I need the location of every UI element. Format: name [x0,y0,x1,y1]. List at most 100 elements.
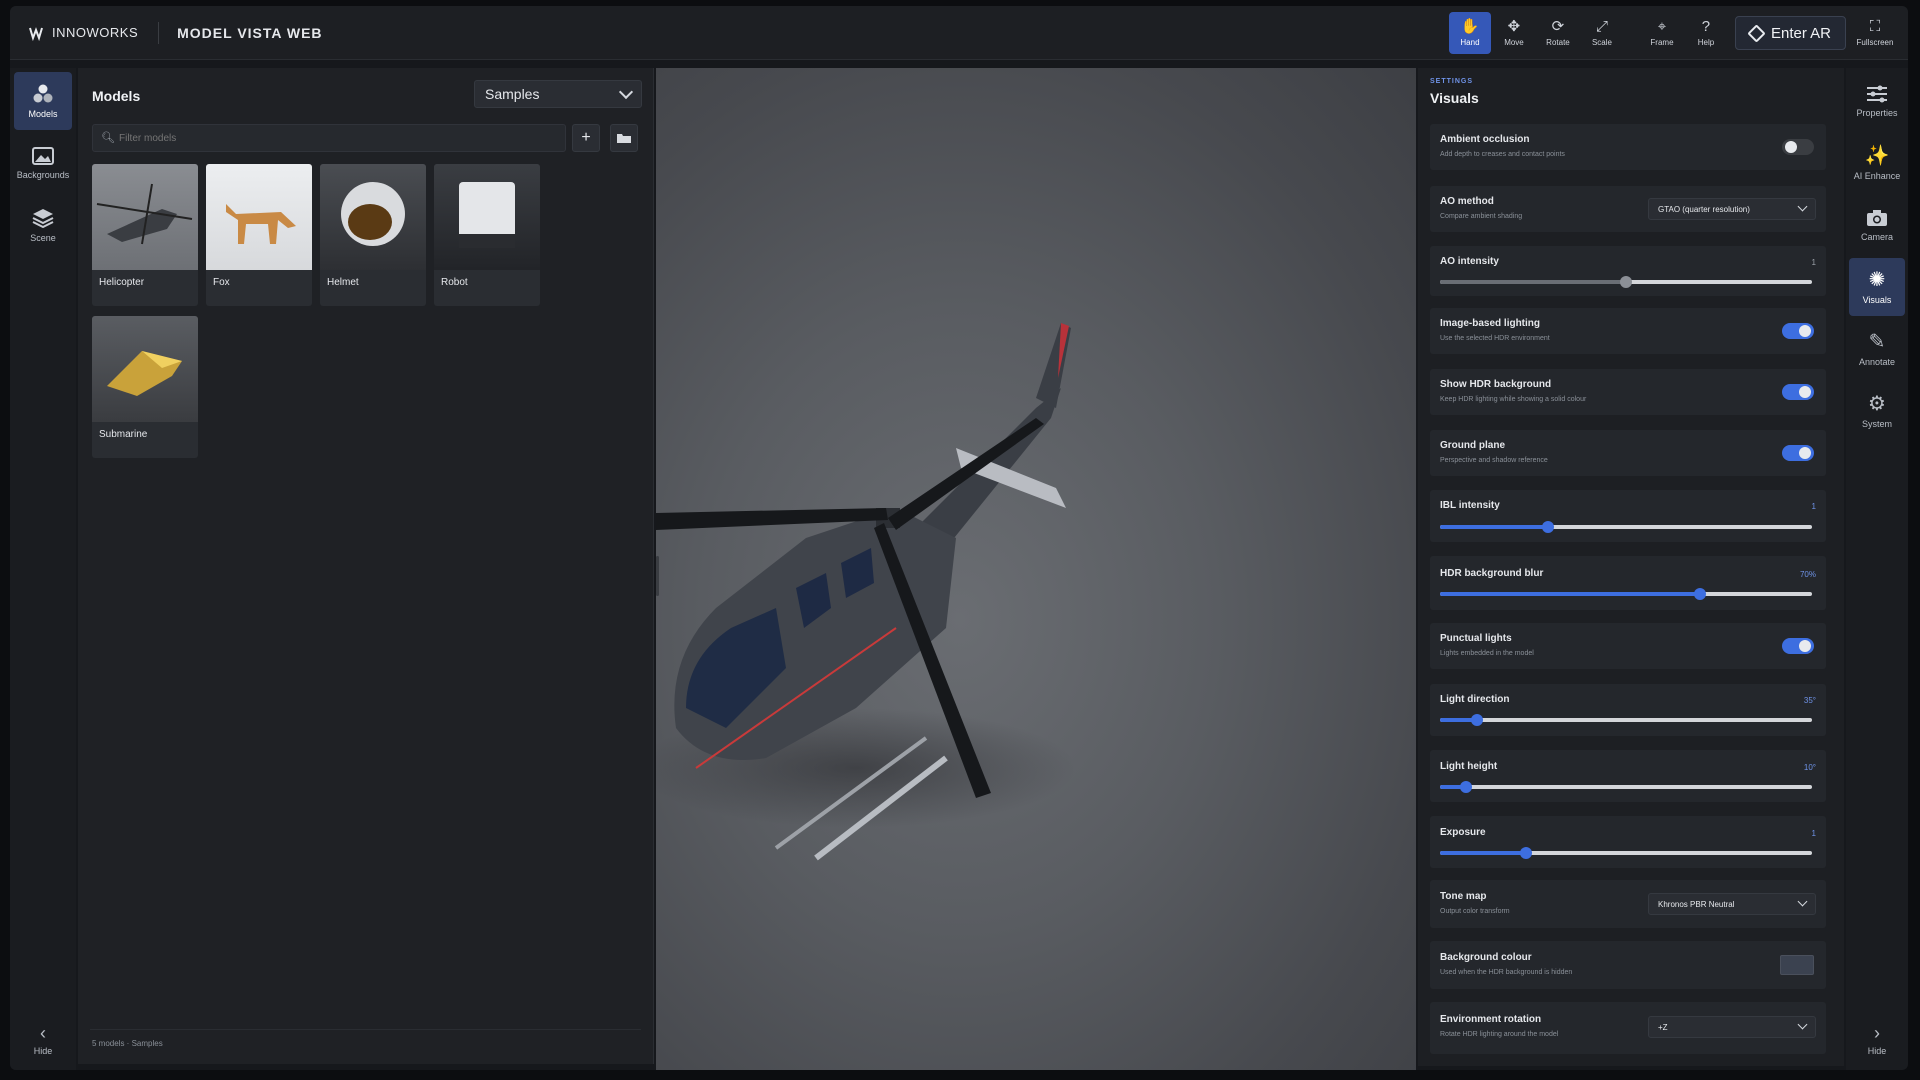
toggle-knob [1799,386,1811,398]
slider-thumb[interactable] [1694,588,1707,600]
enter-ar-label: Enter AR [1770,24,1831,42]
tool-frame[interactable]: ⌖ Frame [1641,12,1683,54]
rail-models[interactable]: Models [14,72,72,130]
fullscreen-button[interactable]: ⛶ Fullscreen [1854,12,1896,54]
punctual-lights-toggle[interactable] [1782,638,1814,654]
layers-icon [32,208,54,228]
background-colour-swatch[interactable] [1780,955,1814,975]
chevron-down-icon [618,84,634,100]
toolbar: ✋ Hand ✥ Move ⟳ Rotate ⤢ Scale ⌖ Frame ? [1448,12,1896,54]
slider-fill [1440,592,1701,596]
ambient-occlusion-row: Ambient occlusion Add depth to creases a… [1430,124,1826,170]
env-rotation-row: Environment rotation Rotate HDR lighting… [1430,1002,1826,1054]
rail-ai-enhance[interactable]: ✨ AI Enhance [1849,134,1905,192]
tone-map-select[interactable]: Khronos PBR Neutral [1648,893,1816,915]
ao-intensity-slider[interactable] [1440,276,1812,288]
ground-plane-toggle[interactable] [1782,445,1814,461]
slider-thumb[interactable] [1541,521,1554,533]
right-hide-button[interactable]: › Hide [1848,1023,1906,1056]
left-hide-button[interactable]: ‹ Hide [14,1023,72,1056]
panel-resize-handle[interactable] [656,556,659,596]
model-card-label: Helicopter [99,277,145,288]
rail-annotate-label: Annotate [1858,356,1896,367]
tool-rotate[interactable]: ⟳ Rotate [1537,12,1579,54]
light-direction-slider[interactable] [1440,714,1812,726]
model-card-label: Helmet [327,277,359,288]
model-card-helicopter[interactable]: Helicopter [92,164,198,306]
light-height-label: Light height [1440,761,1498,772]
exposure-row: Exposure 1 [1430,816,1826,868]
move-icon: ✥ [1507,18,1521,35]
rail-properties[interactable]: Properties [1849,72,1905,130]
rail-visuals[interactable]: ✺ Visuals [1849,258,1905,316]
tool-rotate-label: Rotate [1546,38,1570,47]
tool-hand[interactable]: ✋ Hand [1448,12,1491,54]
ground-plane-row: Ground plane Perspective and shadow refe… [1430,430,1826,476]
ao-method-select[interactable]: GTAO (quarter resolution) [1648,198,1816,220]
rail-annotate[interactable]: ✎ Annotate [1849,320,1905,378]
robot-thumbnail [434,164,540,270]
punctual-lights-label: Punctual lights [1440,633,1512,644]
rail-backgrounds[interactable]: Backgrounds [14,134,72,192]
plus-icon: + [581,129,591,146]
tool-help[interactable]: ? Help [1685,12,1727,54]
ibl-intensity-label: IBL intensity [1440,500,1500,511]
rail-camera[interactable]: Camera [1849,196,1905,254]
env-rotation-desc: Rotate HDR lighting around the model [1440,1031,1559,1038]
hdr-blur-row: HDR background blur 70% [1430,556,1826,610]
background-colour-desc: Used when the HDR background is hidden [1440,969,1573,976]
hdr-blur-slider[interactable] [1440,588,1812,600]
tone-map-value: Khronos PBR Neutral [1658,899,1735,909]
show-hdr-toggle[interactable] [1782,384,1814,400]
panel-footer-divider [90,1029,641,1030]
ibl-intensity-slider[interactable] [1440,521,1812,533]
tone-map-desc: Output color transform [1440,908,1510,915]
search-icon: 🔍︎ [101,132,115,144]
model-source-select[interactable]: Samples [474,80,642,108]
toggle-knob [1799,325,1811,337]
slider-thumb[interactable] [1620,276,1632,288]
settings-panel: SETTINGS Visuals Ambient occlusion Add d… [1418,68,1844,1066]
env-rotation-select[interactable]: +Z [1648,1016,1816,1038]
ar-cube-icon [1747,23,1766,43]
model-card-label: Robot [441,277,468,288]
tool-move[interactable]: ✥ Move [1493,12,1535,54]
brand-logo-icon [29,26,43,41]
right-hide-label: Hide [1867,1046,1887,1056]
rail-scene[interactable]: Scene [14,196,72,254]
tool-move-label: Move [1504,38,1524,47]
ambient-occlusion-toggle[interactable] [1782,139,1814,155]
punctual-lights-row: Punctual lights Lights embedded in the m… [1430,623,1826,669]
tool-frame-label: Frame [1650,38,1674,47]
exposure-slider[interactable] [1440,847,1812,859]
tool-scale[interactable]: ⤢ Scale [1581,12,1623,54]
help-icon: ? [1701,18,1711,35]
enter-ar-button[interactable]: Enter AR [1734,16,1846,50]
hand-icon: ✋ [1460,18,1480,35]
slider-thumb[interactable] [1460,781,1473,793]
3d-viewport[interactable] [656,68,1416,1070]
background-colour-row: Background colour Used when the HDR back… [1430,941,1826,989]
slider-thumb[interactable] [1471,714,1484,726]
exposure-label: Exposure [1440,827,1486,838]
ibl-toggle[interactable] [1782,323,1814,339]
ibl-label: Image-based lighting [1440,318,1541,329]
filter-models-input[interactable] [119,132,565,144]
slider-thumb[interactable] [1519,847,1532,859]
rail-system[interactable]: ⚙ System [1849,382,1905,440]
light-height-slider[interactable] [1440,781,1812,793]
light-direction-label: Light direction [1440,694,1510,705]
model-card-submarine[interactable]: Submarine [92,316,198,458]
sliders-icon [1867,85,1887,102]
brand: INNOWORKS MODEL VISTA WEB [28,21,323,44]
chevron-right-icon: › [1874,1023,1880,1043]
model-card-fox[interactable]: Fox [206,164,312,306]
add-model-button[interactable]: + [572,124,600,152]
hdr-blur-label: HDR background blur [1440,568,1544,579]
helmet-thumb-icon [341,182,405,246]
open-folder-button[interactable] [610,124,638,152]
model-card-helmet[interactable]: Helmet [320,164,426,306]
left-nav-rail: Models Backgrounds Scene ‹ Hide [10,68,76,1070]
model-card-robot[interactable]: Robot [434,164,540,306]
toggle-knob [1785,141,1797,153]
